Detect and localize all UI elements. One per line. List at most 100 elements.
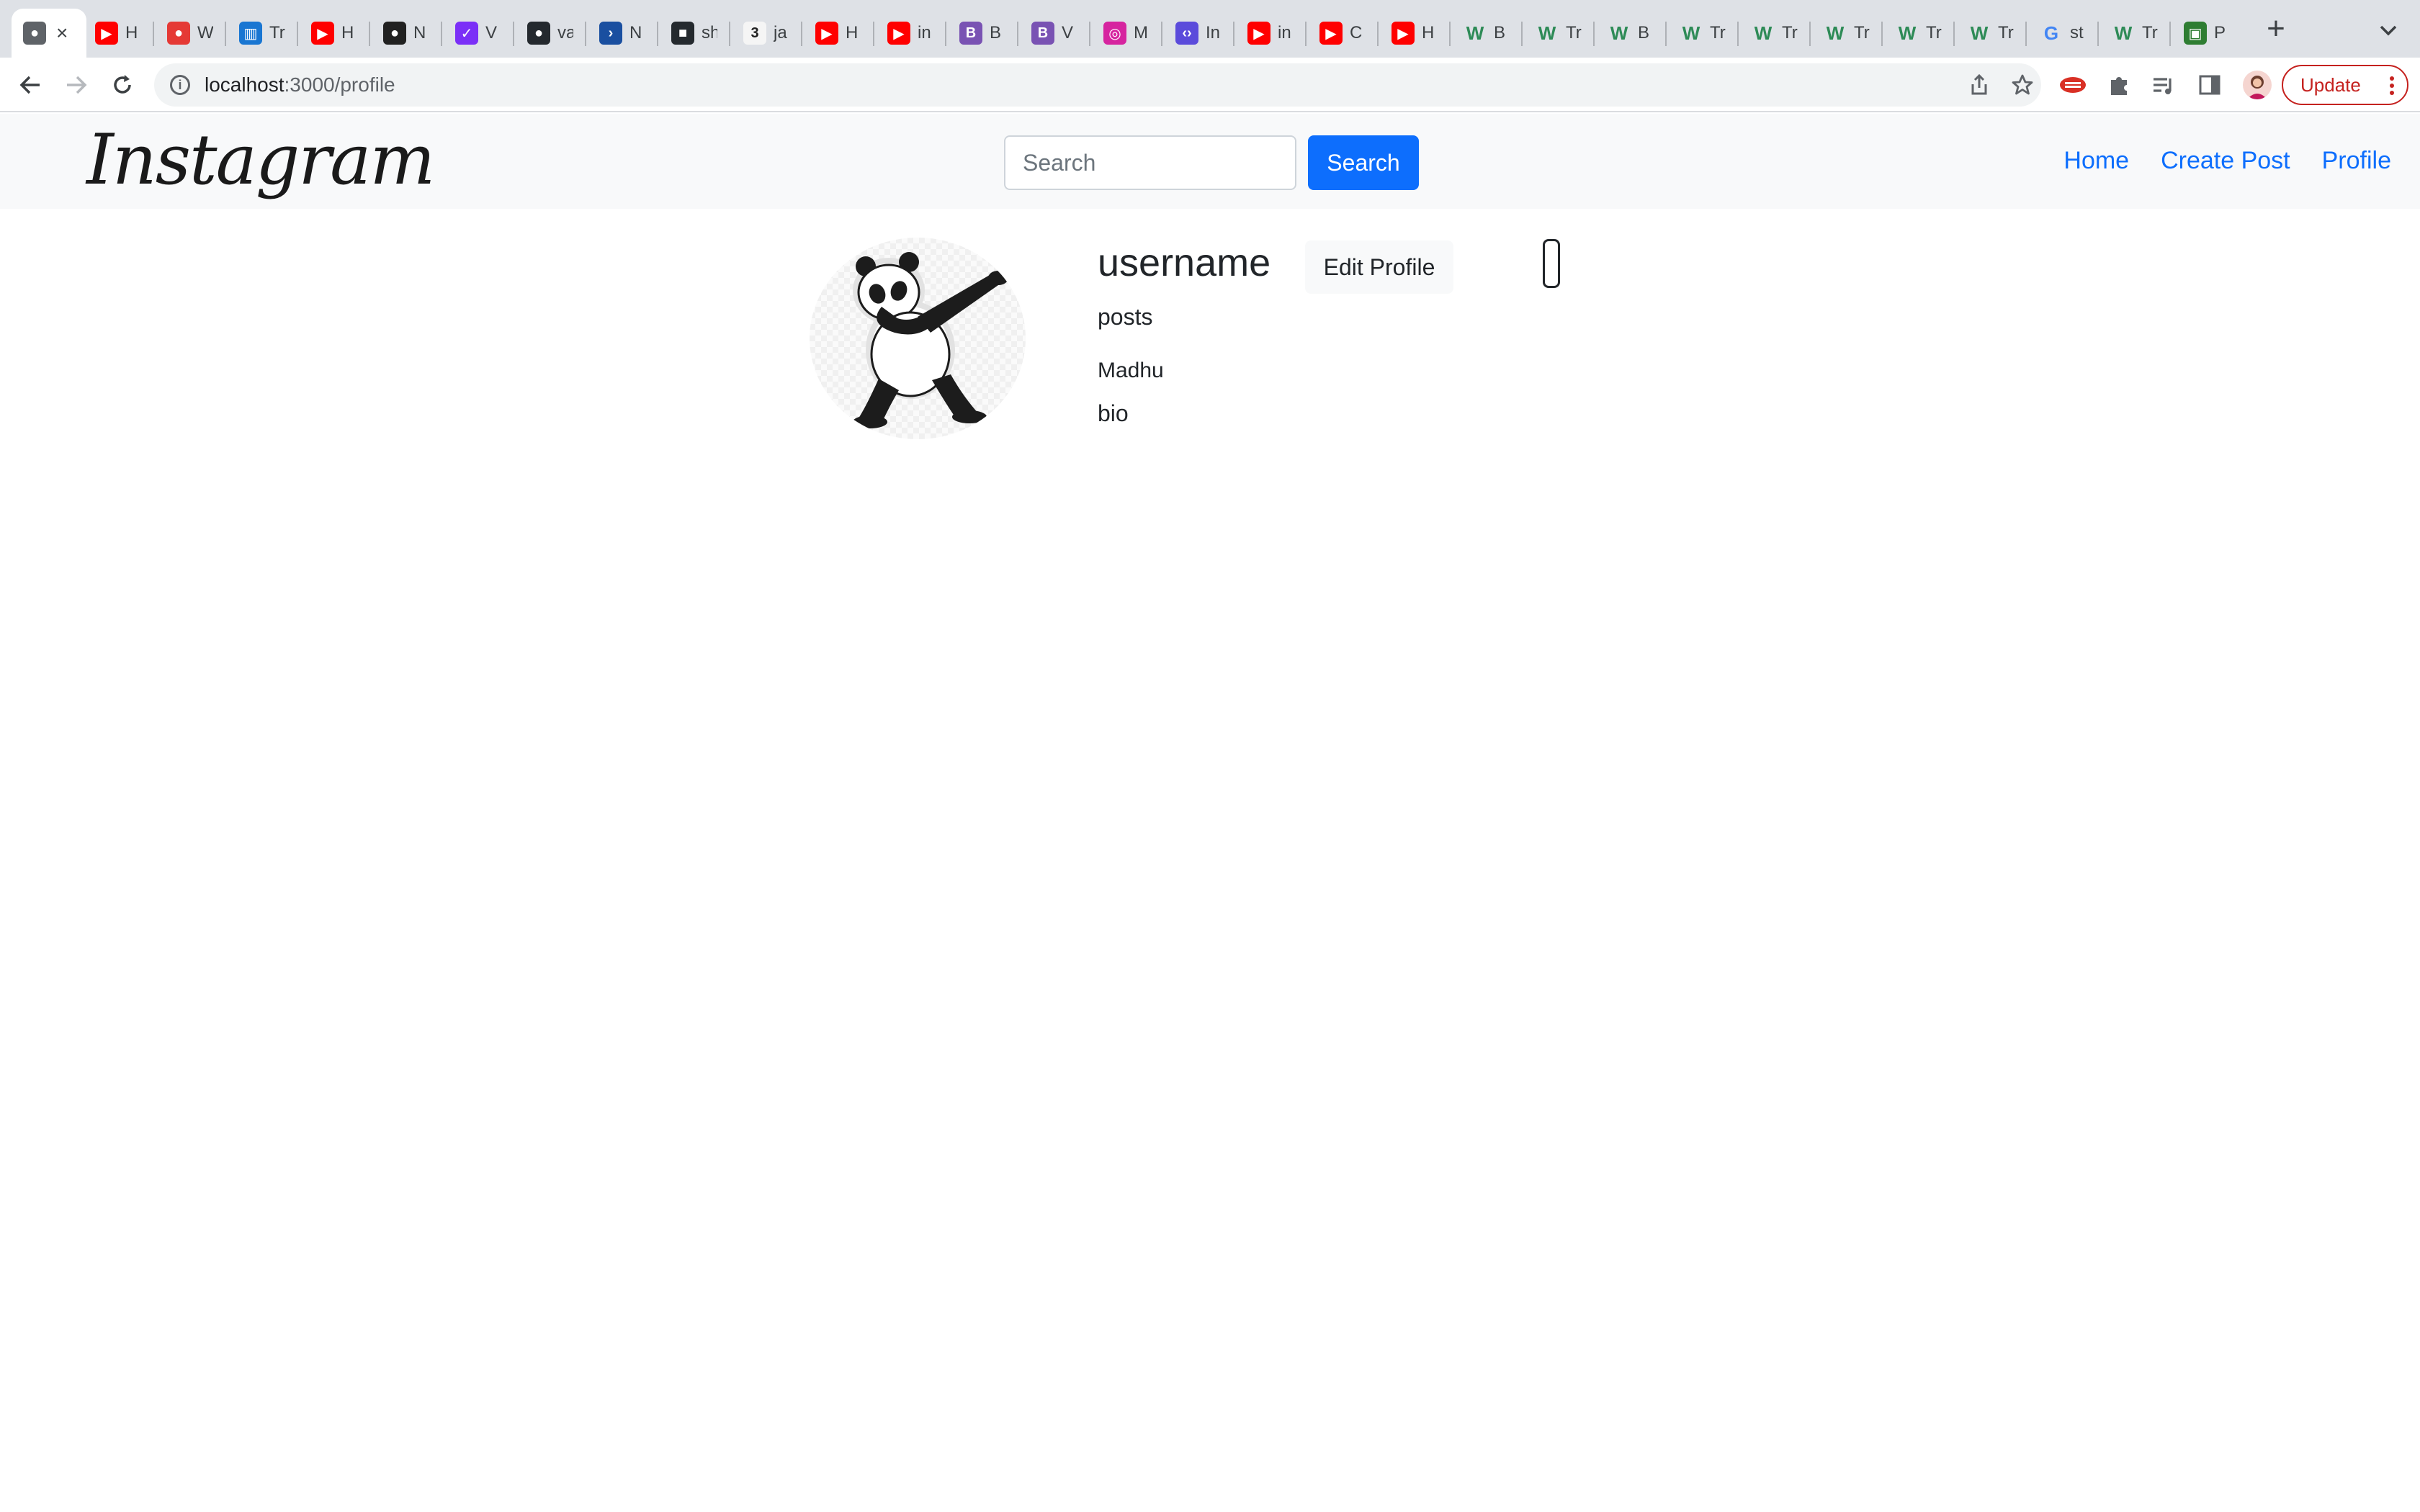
tab-title: N	[629, 23, 642, 42]
tab-separator	[585, 22, 586, 46]
share-icon[interactable]	[1968, 73, 1991, 96]
tab-title: in	[1278, 23, 1291, 42]
browser-tab[interactable]: ▶ H	[804, 9, 870, 58]
browser-tab[interactable]: ◎ M	[1092, 9, 1158, 58]
close-tab-icon[interactable]: ×	[56, 22, 68, 45]
search-input[interactable]	[1004, 135, 1296, 190]
bookmark-star-icon[interactable]	[2011, 73, 2034, 96]
browser-tab[interactable]: ▶ in	[876, 9, 942, 58]
browser-tab[interactable]: ● W	[156, 9, 222, 58]
tab-separator	[1881, 22, 1883, 46]
forward-button[interactable]	[62, 71, 91, 99]
nav-link-create-post[interactable]: Create Post	[2161, 147, 2290, 175]
browser-tab[interactable]: ● va	[516, 9, 582, 58]
options-button[interactable]	[1543, 239, 1560, 288]
w-green-icon: W	[1538, 22, 1556, 44]
browser-tab[interactable]: Gst	[2028, 9, 2094, 58]
browser-tab[interactable]: BV	[1020, 9, 1086, 58]
browser-toolbar: i localhost:3000/profile Update	[0, 58, 2420, 112]
extensions-puzzle-icon[interactable]	[2105, 71, 2133, 99]
browser-tab[interactable]: ✓ V	[444, 9, 510, 58]
w-green-icon: W	[1466, 22, 1484, 44]
browser-tab[interactable]: W Tr	[1668, 9, 1734, 58]
tab-search-chevron-icon[interactable]	[2374, 16, 2403, 45]
instagram-logo[interactable]: Instagram	[86, 120, 435, 200]
edit-profile-button[interactable]: Edit Profile	[1305, 240, 1453, 294]
tab-separator	[945, 22, 946, 46]
profile-avatar[interactable]	[2243, 71, 2272, 99]
monkey-icon: ●	[383, 22, 406, 45]
youtube-icon: ▶	[1247, 22, 1270, 45]
browser-tab[interactable]: ● N	[372, 9, 438, 58]
browser-tab[interactable]: ■ sh	[660, 9, 726, 58]
tab-title: B	[990, 23, 1002, 42]
browser-tab[interactable]: ▶ C	[1308, 9, 1374, 58]
w-green-icon: W	[1682, 22, 1700, 44]
tab-separator	[369, 22, 370, 46]
side-panel-icon[interactable]	[2195, 71, 2224, 99]
media-queue-icon[interactable]	[2149, 71, 2178, 99]
browser-tab[interactable]: ▶ H	[84, 9, 150, 58]
search-button[interactable]: Search	[1308, 135, 1419, 190]
reload-button[interactable]	[108, 71, 137, 99]
tab-title: N	[413, 23, 426, 42]
tab-separator	[513, 22, 514, 46]
browser-tab[interactable]: W Tr	[1524, 9, 1590, 58]
tab-separator	[729, 22, 730, 46]
browser-tab[interactable]: ▶ H	[300, 9, 366, 58]
browser-tab[interactable]: W Tr	[1884, 9, 1950, 58]
youtube-icon: ▶	[1392, 22, 1415, 45]
browser-tab[interactable]: ● ×	[12, 9, 86, 58]
address-bar[interactable]: i localhost:3000/profile	[154, 63, 2041, 107]
browser-tab[interactable]: ‹› In	[1164, 9, 1230, 58]
dabbing-panda-image	[853, 252, 1008, 428]
browser-tab[interactable]: BB	[948, 9, 1014, 58]
browser-tab[interactable]: WB	[1452, 9, 1518, 58]
tab-title: In	[1206, 23, 1221, 42]
profile-username: username	[1098, 241, 1271, 284]
browser-tab[interactable]: › N	[588, 9, 654, 58]
back-button[interactable]	[16, 71, 45, 99]
update-button[interactable]: Update	[2282, 65, 2408, 105]
bootstrap-icon: B	[959, 22, 982, 45]
youtube-icon: ▶	[1319, 22, 1343, 45]
browser-tab[interactable]: ▣ P	[2172, 9, 2238, 58]
tab-separator	[297, 22, 298, 46]
tab-title: Tr	[1854, 23, 1870, 42]
tab-title: H	[846, 23, 859, 42]
update-label: Update	[2300, 73, 2361, 96]
tab-title: Tr	[1998, 23, 2014, 42]
profile-bio: bio	[1098, 400, 1129, 426]
browser-tab[interactable]: WB	[1596, 9, 1662, 58]
tab-title: B	[1638, 23, 1650, 42]
tab-separator	[441, 22, 442, 46]
browser-tab[interactable]: W Tr	[1956, 9, 2022, 58]
nav-link-home[interactable]: Home	[2063, 147, 2129, 175]
browser-tab[interactable]: 3 ja	[732, 9, 798, 58]
app-navbar: Instagram Search Home Create Post Profil…	[0, 114, 2420, 209]
tab-title: Tr	[269, 23, 285, 42]
w-green-icon: W	[2114, 22, 2133, 44]
tab-title: V	[485, 23, 498, 42]
browser-tab[interactable]: ▥ Tr	[228, 9, 294, 58]
lastpass-extension-icon[interactable]	[2058, 71, 2087, 99]
profile-picture	[810, 238, 1026, 439]
browser-tab[interactable]: ▶ H	[1380, 9, 1446, 58]
tab-separator	[225, 22, 226, 46]
tab-title: Tr	[1782, 23, 1798, 42]
youtube-icon: ▶	[311, 22, 334, 45]
arrow-right-icon	[67, 76, 87, 94]
tab-title: H	[1422, 23, 1435, 42]
tab-separator	[657, 22, 658, 46]
browser-tab[interactable]: W Tr	[2100, 9, 2166, 58]
reload-icon	[114, 75, 131, 94]
tab-title: C	[1350, 23, 1363, 42]
browser-tab[interactable]: W Tr	[1740, 9, 1806, 58]
tab-separator	[1521, 22, 1523, 46]
w-green-icon: W	[1970, 22, 1989, 44]
browser-tab[interactable]: ▶ in	[1236, 9, 1302, 58]
new-tab-button[interactable]: +	[2262, 13, 2290, 45]
nav-link-profile[interactable]: Profile	[2322, 147, 2391, 175]
browser-tab[interactable]: W Tr	[1812, 9, 1878, 58]
site-info-icon[interactable]: i	[170, 75, 190, 95]
